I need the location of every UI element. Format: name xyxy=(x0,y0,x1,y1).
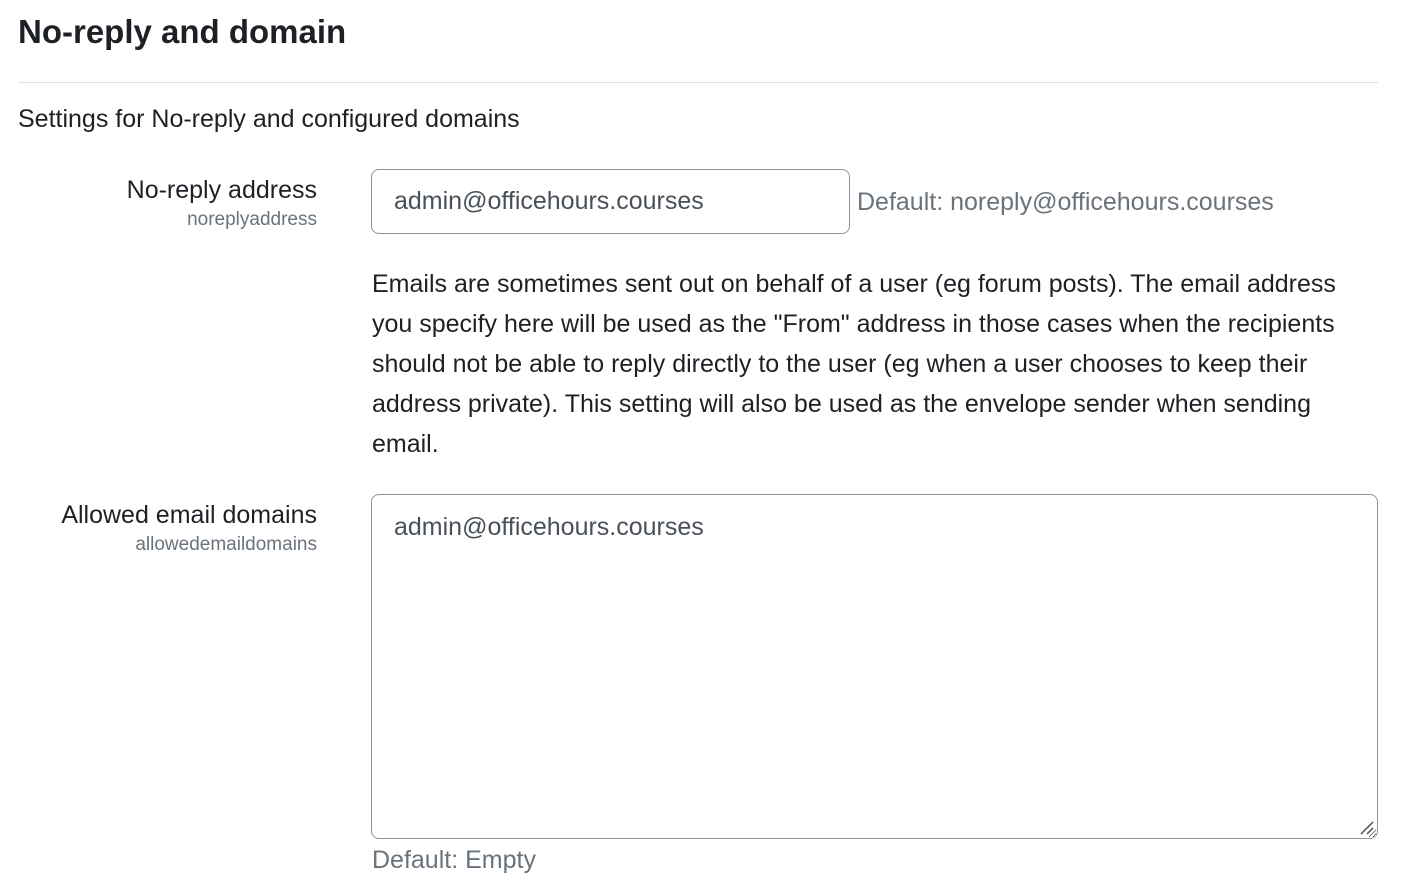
noreply-address-default: Default: noreply@officehours.courses xyxy=(857,188,1274,216)
noreply-address-label: No-reply address xyxy=(126,176,317,204)
allowed-domains-label: Allowed email domains xyxy=(61,501,317,529)
allowed-domains-default: Default: Empty xyxy=(372,846,536,874)
section-description: Settings for No-reply and configured dom… xyxy=(18,105,520,133)
noreply-address-input[interactable] xyxy=(371,169,850,234)
section-divider xyxy=(18,82,1378,83)
allowed-domains-key: allowedemaildomains xyxy=(135,534,317,555)
noreply-address-label-group: No-reply address noreplyaddress xyxy=(0,173,317,233)
settings-page: No-reply and domain Settings for No-repl… xyxy=(0,0,1410,890)
allowed-domains-label-group: Allowed email domains allowedemaildomain… xyxy=(0,498,317,558)
allowed-domains-textarea[interactable]: admin@officehours.courses xyxy=(371,494,1378,839)
noreply-address-key: noreplyaddress xyxy=(187,209,317,230)
section-title: No-reply and domain xyxy=(18,13,347,50)
noreply-address-help: Emails are sometimes sent out on behalf … xyxy=(372,270,1336,458)
